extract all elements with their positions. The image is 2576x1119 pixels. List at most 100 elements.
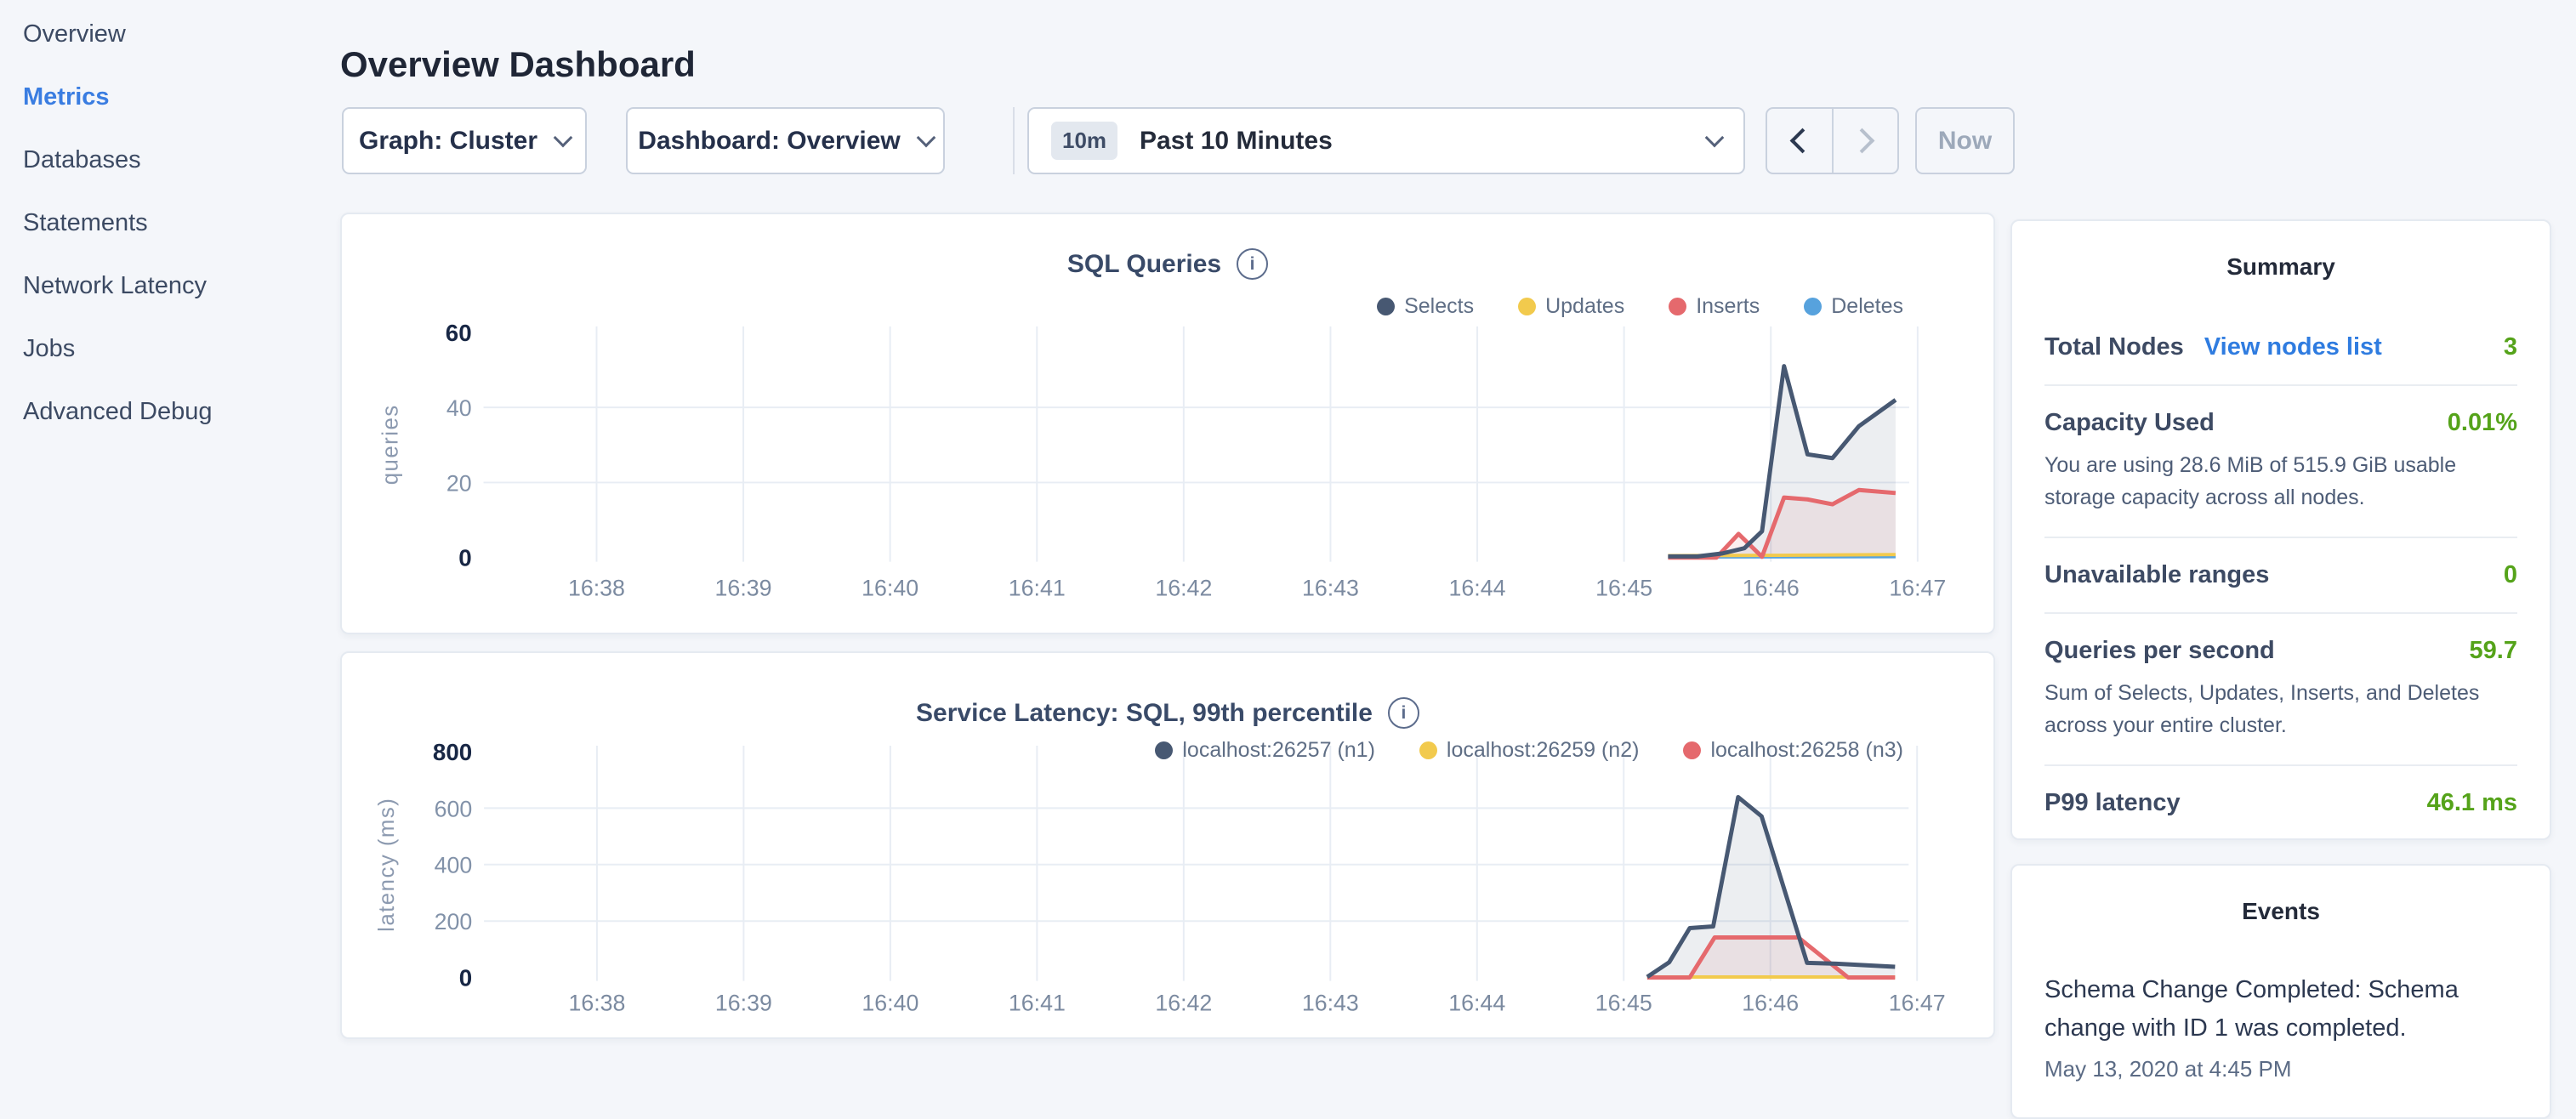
graph-dropdown-label: Graph: Cluster <box>359 127 537 156</box>
total-nodes-value: 3 <box>2504 333 2517 361</box>
sidebar-item-statements[interactable]: Statements <box>23 209 340 237</box>
legend-item[interactable]: localhost:26257 (n1) <box>1155 738 1375 763</box>
prev-time-button[interactable] <box>1767 109 1834 173</box>
legend-dot-icon <box>1419 741 1437 759</box>
legend-dot-icon <box>1518 298 1536 315</box>
graph-dropdown[interactable]: Graph: Cluster <box>342 107 587 174</box>
sidebar-item-jobs[interactable]: Jobs <box>23 335 340 363</box>
dashboard-dropdown[interactable]: Dashboard: Overview <box>626 107 945 174</box>
svg-text:16:41: 16:41 <box>1009 575 1066 600</box>
legend-dot-icon <box>1804 298 1822 315</box>
controls-bar: Graph: Cluster Dashboard: Overview 10m P… <box>340 107 2576 174</box>
svg-text:800: 800 <box>433 739 472 765</box>
summary-row-qps: Queries per second 59.7 <box>2044 637 2517 665</box>
legend-item[interactable]: Inserts <box>1669 294 1760 319</box>
summary-row-total-nodes: Total Nodes View nodes list 3 <box>2044 333 2517 361</box>
svg-text:0: 0 <box>458 545 471 571</box>
svg-text:16:39: 16:39 <box>715 990 772 1015</box>
legend-item[interactable]: Deletes <box>1804 294 1903 319</box>
time-pager <box>1766 107 1899 174</box>
p99-latency-label: P99 latency <box>2044 789 2181 817</box>
svg-text:16:40: 16:40 <box>862 990 918 1015</box>
legend-item[interactable]: localhost:26258 (n3) <box>1683 738 1903 763</box>
svg-text:16:41: 16:41 <box>1009 990 1066 1015</box>
legend-item[interactable]: Updates <box>1518 294 1624 319</box>
svg-text:16:38: 16:38 <box>568 990 625 1015</box>
legend-label: Selects <box>1404 294 1474 319</box>
capacity-used-label: Capacity Used <box>2044 409 2215 437</box>
divider <box>2044 764 2517 766</box>
summary-row-unavailable: Unavailable ranges 0 <box>2044 561 2517 589</box>
sidebar-item-overview[interactable]: Overview <box>23 20 340 48</box>
page-title: Overview Dashboard <box>340 44 696 85</box>
chart-title-row: SQL Queries <box>342 248 1993 280</box>
svg-text:600: 600 <box>435 796 473 821</box>
info-icon[interactable] <box>1388 697 1419 729</box>
controls-divider <box>1013 107 1015 174</box>
summary-row-capacity: Capacity Used 0.01% <box>2044 409 2517 437</box>
p99-latency-value: 46.1 ms <box>2427 789 2517 817</box>
arrow-right-icon <box>1849 128 1874 154</box>
legend-label: Inserts <box>1696 294 1760 319</box>
arrow-left-icon <box>1790 128 1816 154</box>
svg-text:16:42: 16:42 <box>1155 575 1212 600</box>
next-time-button[interactable] <box>1834 109 1898 173</box>
time-range-label: Past 10 Minutes <box>1140 127 1333 156</box>
legend-label: localhost:26259 (n2) <box>1447 738 1640 763</box>
sidebar-nav: Overview Metrics Databases Statements Networ… <box>0 20 340 426</box>
legend-label: localhost:26258 (n3) <box>1710 738 1903 763</box>
legend-item[interactable]: Selects <box>1377 294 1474 319</box>
sidebar: Overview Metrics Databases Statements Networ… <box>0 0 340 1051</box>
sidebar-item-databases[interactable]: Databases <box>23 146 340 174</box>
legend-label: Deletes <box>1831 294 1903 319</box>
sidebar-item-advanced-debug[interactable]: Advanced Debug <box>23 398 340 426</box>
sidebar-item-metrics[interactable]: Metrics <box>23 83 340 111</box>
svg-text:latency (ms): latency (ms) <box>375 798 399 932</box>
svg-text:16:38: 16:38 <box>568 575 625 600</box>
legend-dot-icon <box>1377 298 1395 315</box>
chevron-down-icon <box>1705 128 1725 147</box>
time-range-badge: 10m <box>1051 122 1117 160</box>
svg-text:16:47: 16:47 <box>1889 990 1946 1015</box>
qps-label: Queries per second <box>2044 637 2275 665</box>
svg-text:16:47: 16:47 <box>1889 575 1946 600</box>
service-latency-chart-card: Service Latency: SQL, 99th percentile lo… <box>340 651 1995 1039</box>
svg-text:0: 0 <box>459 965 472 991</box>
divider <box>2044 612 2517 614</box>
view-nodes-list-link[interactable]: View nodes list <box>2204 333 2382 361</box>
svg-text:200: 200 <box>435 909 473 934</box>
legend-dot-icon <box>1155 741 1173 759</box>
summary-panel: Summary Total Nodes View nodes list 3 Ca… <box>2010 219 2551 840</box>
legend-item[interactable]: localhost:26259 (n2) <box>1419 738 1640 763</box>
svg-text:16:44: 16:44 <box>1449 575 1506 600</box>
divider <box>2044 537 2517 538</box>
capacity-used-value: 0.01% <box>2448 409 2517 437</box>
info-icon[interactable] <box>1237 248 1268 280</box>
events-panel: Events Schema Change Completed: Schema c… <box>2010 864 2551 1119</box>
event-text: Schema Change Completed: Schema change w… <box>2044 971 2517 1048</box>
svg-text:16:44: 16:44 <box>1448 990 1505 1015</box>
chart-title: SQL Queries <box>1067 250 1221 279</box>
now-button[interactable]: Now <box>1915 107 2015 174</box>
chart-title: Service Latency: SQL, 99th percentile <box>916 699 1373 728</box>
time-range-dropdown[interactable]: 10m Past 10 Minutes <box>1027 107 1745 174</box>
chevron-down-icon <box>916 128 935 147</box>
event-time: May 13, 2020 at 4:45 PM <box>2044 1056 2517 1082</box>
chart-legend: localhost:26257 (n1) localhost:26259 (n2)… <box>1155 738 1903 763</box>
sidebar-item-network-latency[interactable]: Network Latency <box>23 272 340 300</box>
svg-text:16:43: 16:43 <box>1302 575 1359 600</box>
event-item[interactable]: Schema Change Completed: Schema change w… <box>2044 971 2517 1082</box>
summary-heading: Summary <box>2044 253 2517 281</box>
svg-text:16:43: 16:43 <box>1302 990 1359 1015</box>
unavailable-ranges-label: Unavailable ranges <box>2044 561 2269 589</box>
total-nodes-label: Total Nodes <box>2044 333 2184 361</box>
chart-title-row: Service Latency: SQL, 99th percentile <box>342 697 1993 729</box>
events-heading: Events <box>2044 898 2517 925</box>
now-button-label: Now <box>1938 127 1992 156</box>
legend-dot-icon <box>1683 741 1701 759</box>
qps-note: Sum of Selects, Updates, Inserts, and De… <box>2044 677 2517 741</box>
svg-text:16:46: 16:46 <box>1743 575 1800 600</box>
svg-text:400: 400 <box>435 853 473 878</box>
svg-text:16:45: 16:45 <box>1595 990 1652 1015</box>
svg-text:queries: queries <box>378 404 402 485</box>
